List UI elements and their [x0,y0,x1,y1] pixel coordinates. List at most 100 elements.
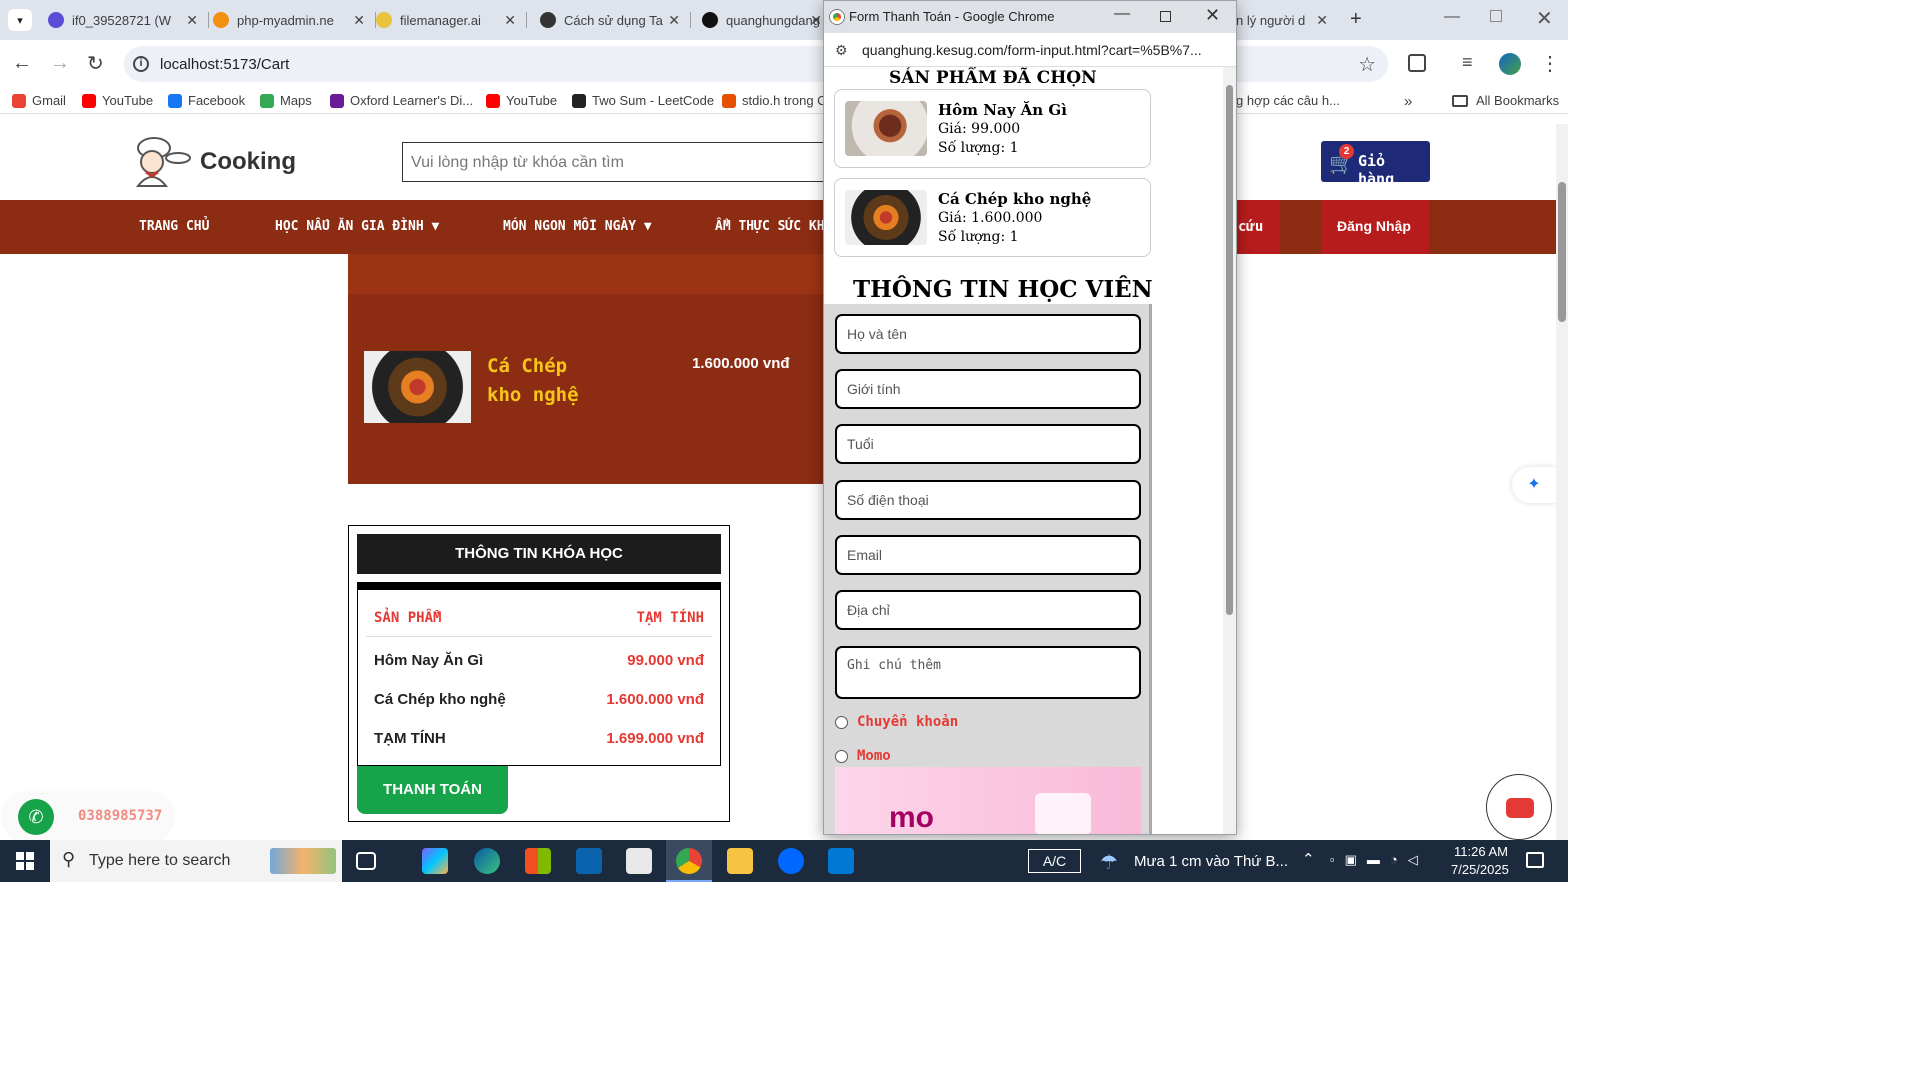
popup-maximize-button[interactable] [1160,11,1171,22]
website-viewport: Cooking Vui lòng nhập từ khóa cần tìm 🛒 … [0,114,1556,840]
app-icon[interactable] [626,848,652,874]
new-tab-button[interactable]: + [1350,8,1362,31]
more-bookmarks-button[interactable]: » [1404,93,1412,110]
pay-button[interactable]: THANH TOÁN [357,766,508,814]
payment-bank-transfer-radio[interactable] [835,716,848,729]
menu-icon[interactable]: ⋮ [1540,51,1560,76]
close-tab-icon[interactable]: ✕ [186,12,198,29]
bookmark-item[interactable]: Gmail [12,93,66,108]
clock-date[interactable]: 7/25/2025 [1451,862,1509,877]
bookmark-item[interactable]: stdio.h trong C [722,93,827,108]
item-qty: Số lượng: 1 [938,229,1019,245]
item-image [845,101,927,156]
tab-search-button[interactable]: ▾ [8,9,32,31]
copilot-icon[interactable] [422,848,448,874]
assistant-sparkle-icon-2[interactable]: ✦ [1512,467,1556,503]
gender-input[interactable]: Giới tính [835,369,1141,409]
popup-close-button[interactable]: ✕ [1205,5,1220,26]
popup-minimize-button[interactable]: — [1114,5,1130,23]
notification-icon[interactable] [1526,852,1544,868]
browser-tab[interactable]: n lý người d ✕ [1236,6,1328,34]
minimize-button[interactable]: — [1444,8,1460,26]
close-window-button[interactable]: ✕ [1536,6,1553,31]
close-tab-icon[interactable]: ✕ [810,12,822,29]
cart-item-price: 1.600.000 vnđ [692,355,790,372]
bookmark-item[interactable]: Maps [260,93,312,108]
bookmark-item[interactable]: Two Sum - LeetCode [572,93,714,108]
popup-address-bar[interactable]: ⚙ quanghung.kesug.com/form-input.html?ca… [824,33,1236,67]
chrome-taskbar-active[interactable] [666,840,712,882]
close-tab-icon[interactable]: ✕ [1316,12,1328,29]
media-icon[interactable]: ≡ [1462,52,1473,73]
edge-icon[interactable] [474,848,500,874]
phone-input[interactable]: Số điện thoại [835,480,1141,520]
tray-icons[interactable]: ▫▣▬◔◁ [1330,852,1428,868]
all-bookmarks-button[interactable]: All Bookmarks [1452,93,1559,108]
phone-widget[interactable]: ✆ 0388985737 [4,794,172,840]
bookmark-item[interactable]: g hợp các câu h... [1236,93,1340,108]
zalo-icon[interactable] [778,848,804,874]
outlook-icon[interactable] [576,848,602,874]
back-button[interactable]: ← [12,52,32,75]
info-icon[interactable]: i [133,56,149,72]
age-input[interactable]: Tuổi [835,424,1141,464]
tray-chevron-icon[interactable]: ⌃ [1302,850,1315,868]
close-tab-icon[interactable]: ✕ [668,12,680,29]
clock-time[interactable]: 11:26 AM [1454,844,1508,859]
momo-banner: mo [835,767,1141,834]
email-input[interactable]: Email [835,535,1141,575]
bookmark-item[interactable]: Facebook [168,93,245,108]
chrome-icon [676,848,702,874]
browser-tab[interactable]: quanghungdang ✕ [702,6,822,34]
weather-icon: ☂ [1100,852,1118,874]
youtube-float-button[interactable] [1486,774,1552,840]
file-explorer-icon[interactable] [727,848,753,874]
weather-text[interactable]: Mưa 1 cm vào Thứ B... [1134,853,1288,870]
cart-button[interactable]: 🛒 2 Giỏ hàng [1321,141,1430,188]
site-logo[interactable] [128,134,192,188]
address-input[interactable]: Địa chỉ [835,590,1141,630]
bookmark-item[interactable]: YouTube [486,93,557,108]
star-icon[interactable]: ☆ [1358,52,1376,77]
site-settings-icon[interactable]: ⚙ [835,42,848,59]
browser-tab[interactable]: if0_39528721 (W ✕ [48,6,198,34]
extensions-icon[interactable] [1408,54,1426,72]
nav-health-cuisine[interactable]: ẨM THỰC SỨC KH [715,219,825,234]
course-table: SẢN PHẨM TẠM TÍNH Hôm Nay Ăn Gì 99.000 v… [357,582,721,766]
page-scrollbar[interactable] [1556,124,1568,840]
page-scrollbar-thumb[interactable] [1558,182,1566,322]
bookmark-item[interactable]: Oxford Learner's Di... [330,93,473,108]
site-search-input[interactable]: Vui lòng nhập từ khóa cần tìm [402,142,842,182]
forward-button[interactable]: → [50,52,70,75]
login-button[interactable]: Đăng Nhập [1322,200,1429,254]
browser-tab[interactable]: Cách sử dụng Ta ✕ [540,6,680,34]
browser-tab[interactable]: php-myadmin.ne ✕ [213,6,365,34]
task-view-icon[interactable] [356,852,376,870]
profile-avatar[interactable] [1499,53,1521,75]
taskbar-search-box[interactable]: ⚲ Type here to search [50,840,342,882]
close-tab-icon[interactable]: ✕ [504,12,516,29]
ime-indicator[interactable]: A/C [1028,849,1081,873]
total-label: TẠM TÍNH [374,730,446,747]
vscode-icon[interactable] [828,848,854,874]
browser-tab[interactable]: filemanager.ai ✕ [376,6,516,34]
bookmark-favicon-icon [330,93,344,108]
restore-button[interactable] [1490,10,1502,22]
browser-tab-bar: ▾ if0_39528721 (W ✕ php-myadmin.ne ✕ fileman… [0,0,1568,40]
notes-textarea[interactable]: Ghi chú thêm [835,646,1141,699]
nav-family-cooking[interactable]: HỌC NẤU ĂN GIA ĐÌNH ▼ [275,219,439,234]
openai-icon [540,12,556,28]
popup-scrollbar-thumb[interactable] [1226,85,1233,615]
nav-home[interactable]: TRANG CHỦ [139,219,209,234]
reload-button[interactable]: ↻ [87,51,104,76]
payment-momo-radio[interactable] [835,750,848,763]
nav-daily-dishes[interactable]: MÓN NGON MỖI NGÀY ▼ [503,219,652,234]
close-tab-icon[interactable]: ✕ [353,12,365,29]
bookmark-item[interactable]: YouTube [82,93,153,108]
windows-start-icon[interactable] [16,852,34,870]
popup-scrollbar[interactable] [1223,67,1236,834]
bookmark-label: g hợp các câu h... [1236,93,1340,108]
fullname-input[interactable]: Họ và tên [835,314,1141,354]
bookmark-label: Oxford Learner's Di... [350,93,474,108]
store-icon[interactable] [525,848,551,874]
